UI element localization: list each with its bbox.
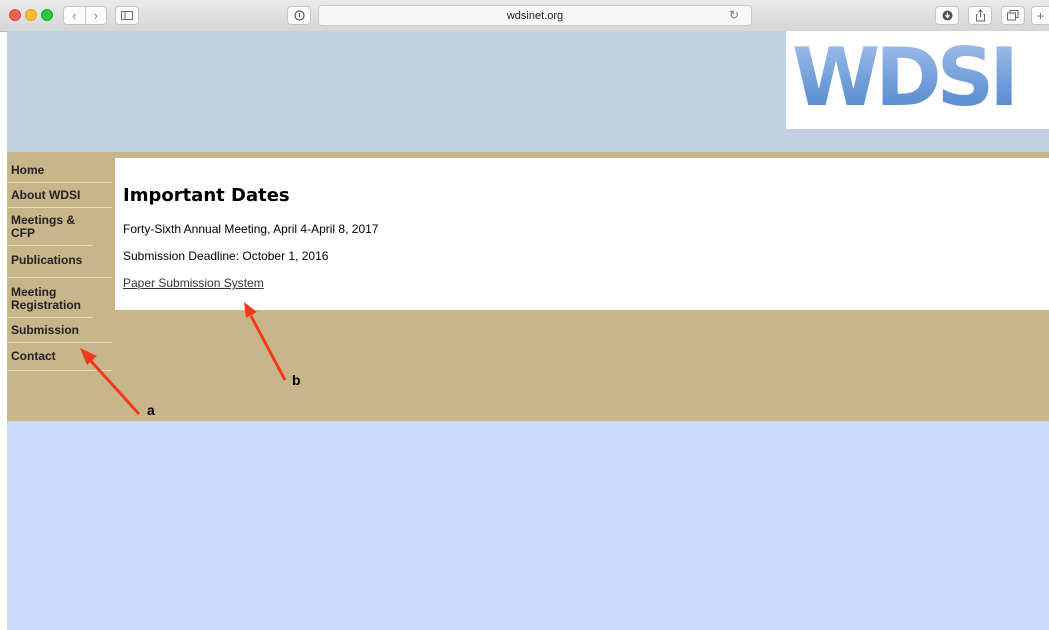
- reload-icon[interactable]: ↻: [729, 8, 739, 22]
- logo-text: WDSI: [792, 31, 1019, 124]
- sidebar-item-home[interactable]: Home: [7, 158, 112, 183]
- site-header: WDSI: [7, 31, 1049, 152]
- deadline-text: Submission Deadline: October 1, 2016: [123, 249, 329, 263]
- history-nav: ‹ ›: [63, 6, 107, 25]
- sidebar-item-meetings[interactable]: Meetings & CFP: [7, 208, 93, 246]
- sidebar-item-submission[interactable]: Submission: [7, 318, 112, 343]
- url-text: wdsinet.org: [506, 9, 564, 22]
- sidebar-item-about[interactable]: About WDSI: [7, 183, 112, 208]
- browser-toolbar: ‹ › wdsinet.org ↻ +: [0, 0, 1049, 32]
- info-icon[interactable]: [287, 6, 311, 25]
- forward-icon[interactable]: ›: [86, 7, 107, 24]
- minimize-window-button[interactable]: [25, 9, 37, 21]
- paper-submission-link[interactable]: Paper Submission System: [123, 276, 264, 290]
- download-icon[interactable]: [935, 6, 959, 25]
- tabs-icon[interactable]: [1001, 6, 1025, 25]
- close-window-button[interactable]: [9, 9, 21, 21]
- main-content: Important Dates Forty-Sixth Annual Meeti…: [115, 158, 1049, 310]
- sidebar-toggle-icon[interactable]: [115, 6, 139, 25]
- page-title: Important Dates: [123, 185, 290, 206]
- sidebar-item-publications[interactable]: Publications: [7, 246, 112, 278]
- new-tab-icon[interactable]: +: [1031, 6, 1049, 25]
- annotation-label-a: a: [147, 402, 155, 418]
- page: WDSI Home About WDSI Meetings & CFP Publ…: [7, 31, 1049, 630]
- sidebar-item-registration[interactable]: Meeting Registration: [7, 278, 93, 318]
- meeting-date-text: Forty-Sixth Annual Meeting, April 4-Apri…: [123, 222, 379, 236]
- logo[interactable]: WDSI: [786, 31, 1049, 129]
- sidebar-item-contact[interactable]: Contact: [7, 343, 112, 371]
- address-bar[interactable]: wdsinet.org ↻: [318, 5, 752, 26]
- sidebar-nav: Home About WDSI Meetings & CFP Publicati…: [7, 158, 112, 371]
- zoom-window-button[interactable]: [41, 9, 53, 21]
- annotation-label-b: b: [292, 372, 301, 388]
- share-icon[interactable]: [968, 6, 992, 25]
- back-icon[interactable]: ‹: [64, 7, 86, 24]
